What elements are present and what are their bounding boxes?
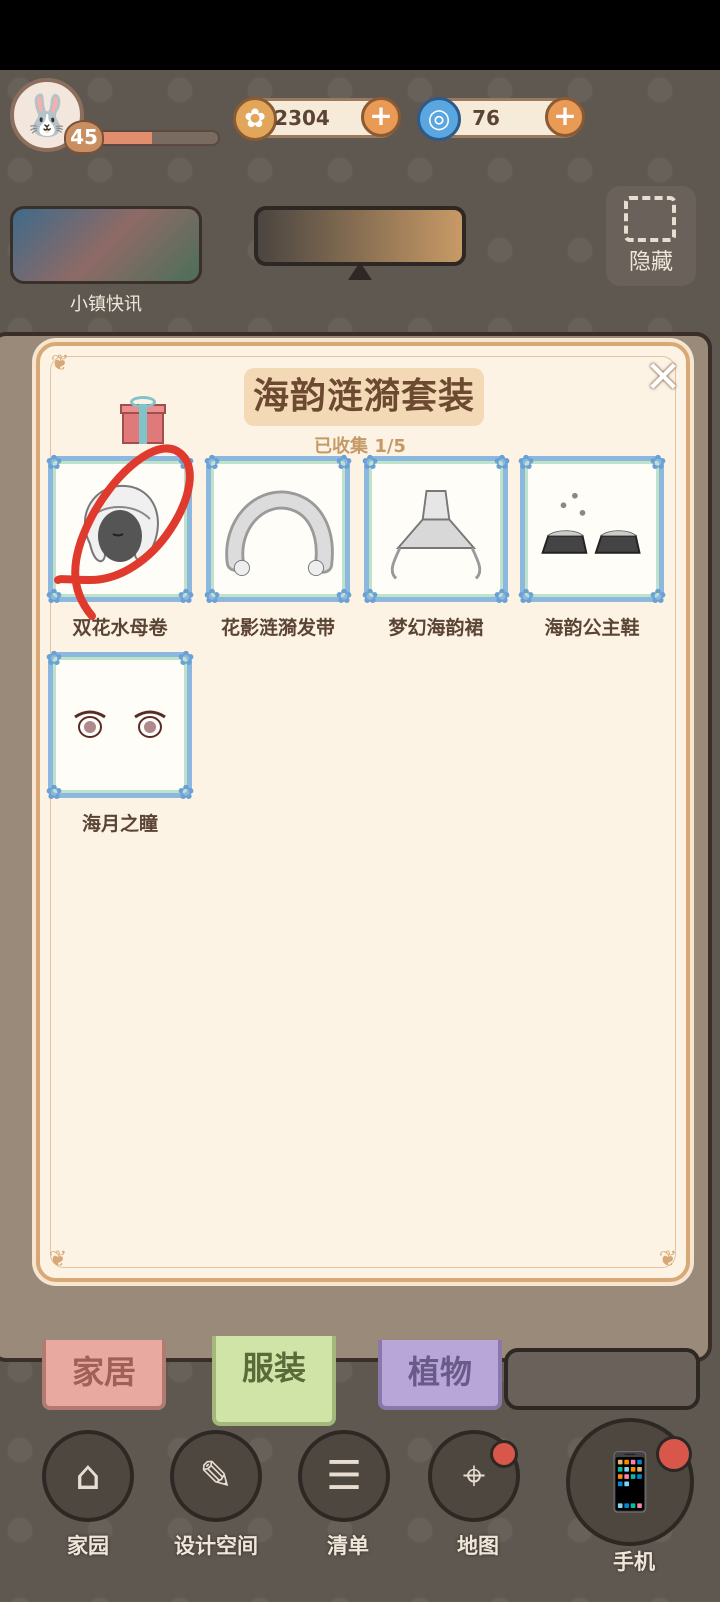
item-card-shoes[interactable]: ✿ ✿ ✿ ✿ <box>518 451 667 607</box>
set-title: 海韵涟漪套装 <box>244 368 484 426</box>
list-icon: ☰ <box>326 1453 362 1499</box>
red-annotation-circle <box>54 444 194 620</box>
design-icon: ✎ <box>199 1453 233 1499</box>
add-coins-button[interactable]: + <box>361 97 401 137</box>
nav-garden-label: 家园 <box>67 1534 109 1558</box>
fullscreen-icon <box>624 196 676 242</box>
coin-counter: ✿ 2304 + <box>233 97 401 141</box>
town-news-label: 小镇快讯 <box>70 294 142 315</box>
eyes-icon <box>63 667 177 783</box>
headband-icon <box>221 471 335 587</box>
phone-notification-dot <box>656 1436 692 1472</box>
hide-ui-label: 隐藏 <box>628 250 673 275</box>
nav-list-label: 清单 <box>327 1534 369 1558</box>
tab-plants[interactable]: 植物 <box>378 1340 502 1410</box>
nav-phone-label: 手机 <box>613 1550 655 1574</box>
map-notification-dot <box>490 1440 518 1468</box>
add-gems-button[interactable]: + <box>545 97 585 137</box>
level-badge: 45 <box>64 120 104 154</box>
gem-value: 76 <box>472 106 500 130</box>
item-label-eyes: 海月之瞳 <box>81 813 158 835</box>
item-card-dress[interactable]: ✿ ✿ ✿ ✿ <box>362 451 511 607</box>
corner-ornament-icon: ❦ <box>50 351 70 376</box>
map-pin-icon: ⌖ <box>462 1453 486 1499</box>
item-label-dress: 梦幻海韵裙 <box>388 617 484 639</box>
item-label-headband: 花影涟漪发带 <box>220 617 335 639</box>
nav-map-label: 地图 <box>457 1534 499 1558</box>
nav-design-button[interactable]: ✎ <box>170 1430 262 1522</box>
weather-panel[interactable] <box>254 206 466 266</box>
close-icon[interactable]: ✕ <box>640 356 686 402</box>
item-card-headband[interactable]: ✿ ✿ ✿ ✿ <box>204 451 353 607</box>
speech-bubble <box>504 1348 700 1410</box>
xp-bar <box>96 130 220 146</box>
town-news-thumbnail[interactable] <box>10 206 202 284</box>
nav-list-button[interactable]: ☰ <box>298 1430 390 1522</box>
corner-ornament-icon: ❦ <box>48 1247 68 1272</box>
status-bar <box>0 0 720 70</box>
weather-arrow-icon <box>348 262 372 280</box>
phone-icon: 📱 <box>595 1450 665 1515</box>
house-icon: ⌂ <box>75 1453 101 1499</box>
xp-fill <box>98 132 152 144</box>
nav-design-label: 设计空间 <box>174 1534 258 1558</box>
item-card-eyes[interactable]: ✿ ✿ ✿ ✿ <box>46 647 195 803</box>
tab-home[interactable]: 家居 <box>42 1340 166 1410</box>
gem-counter: ◎ 76 + <box>417 97 585 141</box>
corner-ornament-icon: ❦ <box>658 1247 678 1272</box>
nav-garden-button[interactable]: ⌂ <box>42 1430 134 1522</box>
coin-value: 2304 <box>274 106 330 130</box>
dress-icon <box>379 471 493 587</box>
item-label-shoes: 海韵公主鞋 <box>544 617 640 639</box>
shoes-icon <box>535 471 649 587</box>
tab-clothes[interactable]: 服装 <box>212 1336 336 1426</box>
